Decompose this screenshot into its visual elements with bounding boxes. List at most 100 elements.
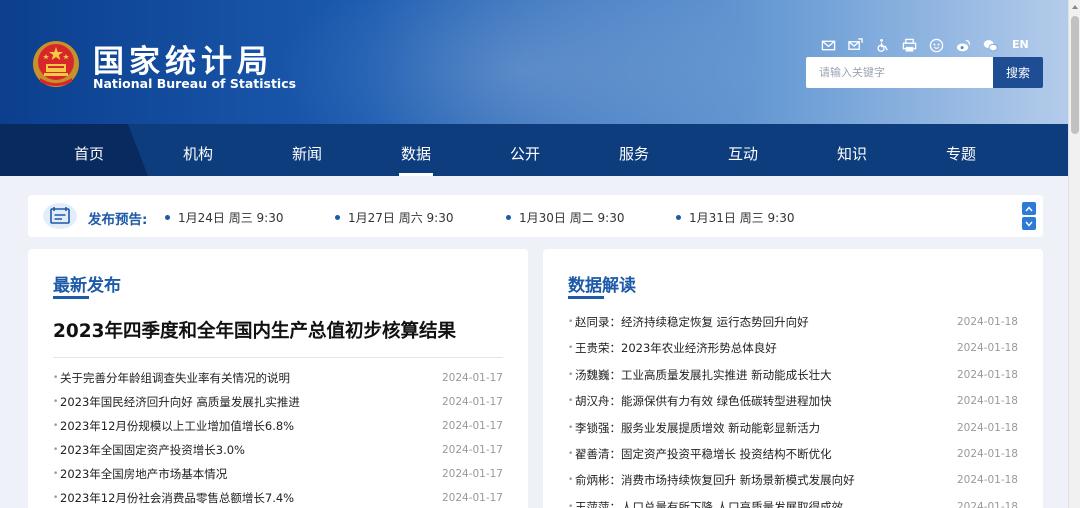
- search-bar: 搜索: [806, 57, 1043, 88]
- divider: [53, 357, 503, 358]
- mail-edit-icon[interactable]: [845, 37, 866, 53]
- national-emblem-icon[interactable]: [32, 38, 80, 90]
- latest-releases-panel: 最新发布 2023年四季度和全年国内生产总值初步核算结果 关于完善分年龄组调查失…: [28, 249, 528, 508]
- list-item-date: 2024-01-18: [956, 395, 1018, 408]
- chevron-up-icon: [1025, 205, 1033, 211]
- scroll-up-button[interactable]: [1022, 202, 1036, 215]
- nav-item-topics[interactable]: 专题: [911, 124, 1011, 176]
- release-date-text: 1月31日 周三 9:30: [689, 211, 795, 225]
- scroll-down-button[interactable]: [1022, 217, 1036, 230]
- list-item-date: 2024-01-18: [956, 368, 1018, 381]
- list-item-title[interactable]: 王萍萍：人口总量有所下降 人口高质量发展取得成效: [575, 500, 843, 508]
- list-item-title[interactable]: 2023年12月份规模以上工业增加值增长6.8%: [60, 419, 294, 433]
- list-item[interactable]: 赵同录：经济持续稳定恢复 运行态势回升向好 2024-01-18: [568, 314, 1018, 340]
- site-title[interactable]: 国家统计局: [93, 36, 273, 81]
- list-item[interactable]: 李锁强：服务业发展提质增效 新动能彰显新活力 2024-01-18: [568, 420, 1018, 446]
- release-date-item[interactable]: 1月30日 周二 9:30: [506, 209, 624, 226]
- site-header: 国家统计局 National Bureau of Statistics EN 搜…: [0, 0, 1068, 124]
- list-item[interactable]: 2023年国民经济回升向好 高质量发展扎实推进 2024-01-17: [53, 394, 503, 418]
- interpretation-list: 赵同录：经济持续稳定恢复 运行态势回升向好 2024-01-18 王贵荣：2023…: [568, 314, 1018, 508]
- title-underline: [53, 296, 89, 299]
- list-item-title[interactable]: 胡汉舟：能源保供有力有效 绿色低碳转型进程加快: [575, 394, 832, 408]
- nav-item-data[interactable]: 数据: [366, 124, 466, 176]
- header-toolbar: EN: [818, 37, 1029, 53]
- data-interpretation-panel: 数据解读 赵同录：经济持续稳定恢复 运行态势回升向好 2024-01-18 王贵荣…: [543, 249, 1043, 508]
- list-item-title[interactable]: 2023年国民经济回升向好 高质量发展扎实推进: [60, 395, 300, 409]
- calendar-notice-icon: [43, 203, 77, 229]
- list-item[interactable]: 王萍萍：人口总量有所下降 人口高质量发展取得成效 2024-01-18: [568, 499, 1018, 508]
- list-item[interactable]: 2023年全国房地产市场基本情况 2024-01-17: [53, 466, 503, 490]
- accessibility-icon[interactable]: [872, 37, 893, 53]
- list-item[interactable]: 汤魏巍：工业高质量发展扎实推进 新动能成长壮大 2024-01-18: [568, 367, 1018, 393]
- list-item-date: 2024-01-17: [441, 396, 503, 408]
- list-item[interactable]: 俞炳彬：消费市场持续恢复回升 新场景新模式发展向好 2024-01-18: [568, 472, 1018, 498]
- weibo-icon[interactable]: [953, 37, 974, 53]
- list-item-title[interactable]: 2023年全国房地产市场基本情况: [60, 467, 227, 481]
- section-title[interactable]: 数据解读: [568, 271, 636, 296]
- list-item-date: 2024-01-18: [956, 500, 1018, 508]
- bullet-dot-icon: [506, 215, 511, 220]
- list-item[interactable]: 王贵荣：2023年农业经济形势总体良好 2024-01-18: [568, 340, 1018, 366]
- list-item[interactable]: 翟善清：固定资产投资平稳增长 投资结构不断优化 2024-01-18: [568, 446, 1018, 472]
- chevron-down-icon: [1025, 221, 1033, 227]
- list-item-title[interactable]: 李锁强：服务业发展提质增效 新动能彰显新活力: [575, 421, 820, 435]
- list-item-title[interactable]: 汤魏巍：工业高质量发展扎实推进 新动能成长壮大: [575, 368, 832, 382]
- page-scrollbar[interactable]: [1068, 0, 1080, 508]
- search-button[interactable]: 搜索: [993, 57, 1043, 88]
- site-title-en[interactable]: National Bureau of Statistics: [93, 76, 296, 91]
- bullet-dot-icon: [165, 215, 170, 220]
- scroll-up-arrow-icon[interactable]: [1071, 3, 1079, 11]
- section-title[interactable]: 最新发布: [53, 271, 121, 296]
- release-date-text: 1月27日 周六 9:30: [348, 211, 454, 225]
- wechat-icon[interactable]: [980, 37, 1001, 53]
- nav-item-public[interactable]: 公开: [475, 124, 575, 176]
- list-item-date: 2024-01-17: [441, 372, 503, 384]
- main-nav: 首页 机构 新闻 数据 公开 服务 互动 知识 专题: [0, 124, 1068, 176]
- nav-item-news[interactable]: 新闻: [257, 124, 357, 176]
- headline-link[interactable]: 2023年四季度和全年国内生产总值初步核算结果: [53, 317, 456, 343]
- bullet-dot-icon: [335, 215, 340, 220]
- release-calendar-label: 发布预告:: [88, 212, 148, 228]
- release-calendar-bar: 发布预告: 1月24日 周三 9:30 1月27日 周六 9:30 1月30日 …: [28, 195, 1043, 237]
- list-item[interactable]: 胡汉舟：能源保供有力有效 绿色低碳转型进程加快 2024-01-18: [568, 393, 1018, 419]
- list-item-date: 2024-01-17: [441, 444, 503, 456]
- list-item-date: 2024-01-18: [956, 474, 1018, 487]
- list-item-title[interactable]: 王贵荣：2023年农业经济形势总体良好: [575, 341, 777, 355]
- nav-item-service[interactable]: 服务: [584, 124, 684, 176]
- nav-item-organization[interactable]: 机构: [148, 124, 248, 176]
- scrollbar-thumb[interactable]: [1071, 16, 1079, 134]
- list-item[interactable]: 2023年12月份社会消费品零售总额增长7.4% 2024-01-17: [53, 490, 503, 508]
- bullet-dot-icon: [676, 215, 681, 220]
- list-item-date: 2024-01-18: [956, 421, 1018, 434]
- list-item-title[interactable]: 关于完善分年龄组调查失业率有关情况的说明: [60, 371, 290, 385]
- list-item-title[interactable]: 赵同录：经济持续稳定恢复 运行态势回升向好: [575, 315, 809, 329]
- list-item[interactable]: 2023年12月份规模以上工业增加值增长6.8% 2024-01-17: [53, 418, 503, 442]
- list-item-date: 2024-01-17: [441, 420, 503, 432]
- list-item[interactable]: 关于完善分年龄组调查失业率有关情况的说明 2024-01-17: [53, 370, 503, 394]
- title-underline: [568, 296, 604, 299]
- list-item-title[interactable]: 2023年全国固定资产投资增长3.0%: [60, 443, 245, 457]
- release-date-item[interactable]: 1月24日 周三 9:30: [165, 209, 283, 226]
- news-list: 关于完善分年龄组调查失业率有关情况的说明 2024-01-17 2023年国民经济…: [53, 370, 503, 508]
- list-item-date: 2024-01-17: [441, 492, 503, 504]
- release-date-item[interactable]: 1月27日 周六 9:30: [335, 209, 453, 226]
- release-date-text: 1月30日 周二 9:30: [519, 211, 625, 225]
- release-date-text: 1月24日 周三 9:30: [178, 211, 284, 225]
- print-icon[interactable]: [899, 37, 920, 53]
- list-item[interactable]: 2023年全国固定资产投资增长3.0% 2024-01-17: [53, 442, 503, 466]
- list-item-title[interactable]: 翟善清：固定资产投资平稳增长 投资结构不断优化: [575, 447, 832, 461]
- list-item-date: 2024-01-17: [441, 468, 503, 480]
- mail-icon[interactable]: [818, 37, 839, 53]
- list-item-date: 2024-01-18: [956, 342, 1018, 355]
- list-item-date: 2024-01-18: [956, 316, 1018, 328]
- nav-item-knowledge[interactable]: 知识: [802, 124, 902, 176]
- language-switch-en[interactable]: EN: [1012, 37, 1029, 53]
- list-item-title[interactable]: 2023年12月份社会消费品零售总额增长7.4%: [60, 491, 294, 505]
- nav-item-interaction[interactable]: 互动: [693, 124, 793, 176]
- mini-program-icon[interactable]: [926, 37, 947, 53]
- search-input[interactable]: [806, 57, 993, 88]
- list-item-title[interactable]: 俞炳彬：消费市场持续恢复回升 新场景新模式发展向好: [575, 473, 855, 487]
- release-date-item[interactable]: 1月31日 周三 9:30: [676, 209, 794, 226]
- list-item-date: 2024-01-18: [956, 447, 1018, 460]
- nav-item-home[interactable]: 首页: [39, 124, 139, 176]
